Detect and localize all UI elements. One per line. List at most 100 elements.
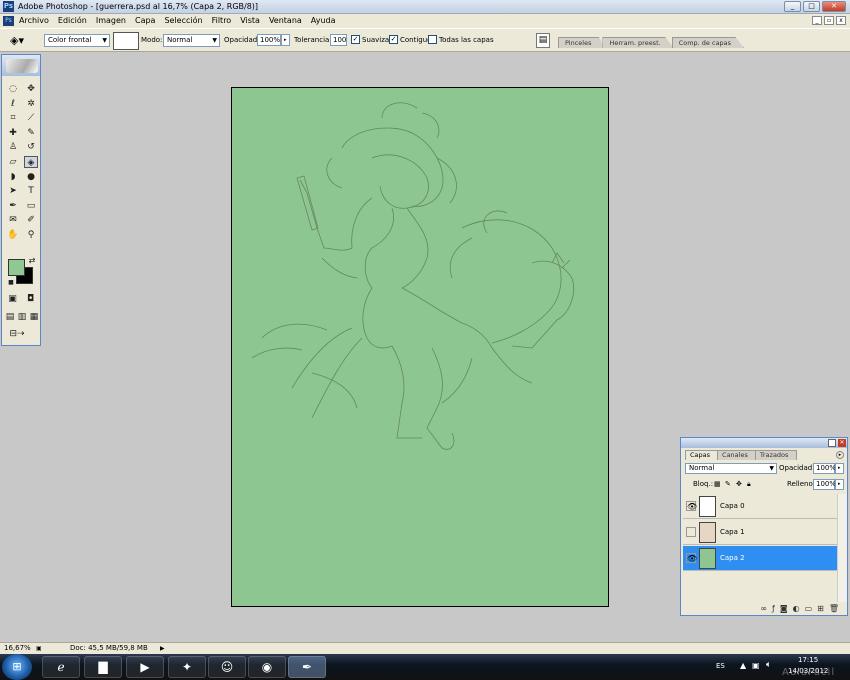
blur-icon[interactable]: ◗ (6, 171, 20, 183)
photoshop-feather-icon[interactable] (6, 59, 38, 73)
rectangle-icon[interactable]: ▭ (24, 200, 38, 212)
fill-input[interactable]: 100% (813, 479, 836, 490)
layer-name[interactable]: Capa 2 (720, 554, 745, 563)
lock-transparency-icon[interactable]: ▦ (714, 479, 721, 490)
crop-icon[interactable]: ⌗ (6, 112, 20, 124)
layers-panel-header[interactable]: ✕ (681, 438, 847, 448)
brush-icon[interactable]: ✎ (24, 127, 38, 139)
visibility-eye-icon[interactable] (686, 527, 696, 537)
layer-name[interactable]: Capa 1 (720, 528, 745, 537)
screen-mode-standard-icon[interactable]: ▤ (4, 311, 16, 323)
messenger-icon[interactable]: ☺ (208, 656, 246, 678)
foreground-color-swatch[interactable] (8, 259, 25, 276)
minimize-button[interactable]: _ (784, 1, 801, 12)
new-layer-icon[interactable]: ⊞ (817, 604, 824, 614)
tab-canales[interactable]: Canales (717, 450, 757, 460)
notes-icon[interactable]: ✉ (6, 214, 20, 226)
network-icon[interactable]: ▣ (752, 661, 760, 670)
menu-edicion[interactable]: Edición (58, 14, 87, 28)
screen-mode-full-icon[interactable]: ▦ (28, 311, 40, 323)
pen-icon[interactable]: ✒ (6, 200, 20, 212)
history-brush-icon[interactable]: ↺ (24, 141, 38, 153)
default-colors-icon[interactable]: ■ (4, 277, 18, 289)
swap-colors-icon[interactable]: ⇄ (25, 255, 39, 267)
zoom-icon[interactable]: ⚲ (24, 229, 38, 241)
tab-trazados[interactable]: Trazados (754, 450, 798, 460)
magic-wand-icon[interactable]: ✲ (24, 98, 38, 110)
explorer-folder-icon[interactable]: ▇ (84, 656, 122, 678)
language-indicator[interactable]: ES (716, 662, 725, 670)
visibility-eye-icon[interactable]: 👁︎ (686, 553, 697, 563)
photoshop-taskbar-icon[interactable]: ✒ (288, 656, 326, 678)
move-icon[interactable]: ✥ (24, 83, 38, 95)
opacity-input[interactable]: 100% (257, 34, 281, 46)
paint-bucket-preset-icon[interactable]: ◈▾ (10, 33, 36, 48)
tab-pinceles[interactable]: Pinceles (558, 37, 605, 48)
close-button[interactable]: ✕ (822, 1, 846, 12)
document-canvas[interactable] (231, 87, 609, 607)
new-group-icon[interactable]: ▭ (805, 604, 813, 614)
link-layers-icon[interactable]: ∞ (760, 604, 767, 614)
layer-opacity-input[interactable]: 100% (813, 463, 836, 474)
opacity-slider-arrow-icon[interactable]: ▸ (835, 463, 844, 474)
panel-menu-icon[interactable]: ▸ (836, 451, 844, 459)
tab-herram-preest[interactable]: Herram. preest. (602, 37, 674, 48)
opacity-slider-arrow-icon[interactable]: ▸ (281, 34, 290, 46)
menu-seleccion[interactable]: Selección (164, 14, 202, 28)
dodge-icon[interactable]: ● (24, 171, 38, 183)
palette-well-icon[interactable]: ▤ (536, 33, 550, 48)
doc-close-button[interactable]: x (836, 16, 846, 25)
layers-scrollbar[interactable] (837, 494, 847, 602)
doc-restore-button[interactable]: ▫ (824, 16, 834, 25)
menu-capa[interactable]: Capa (135, 14, 155, 28)
visibility-eye-icon[interactable]: 👁︎ (686, 501, 697, 511)
app-icon[interactable]: ✦ (168, 656, 206, 678)
menu-ayuda[interactable]: Ayuda (311, 14, 336, 28)
lock-all-icon[interactable]: 🔒︎ (747, 479, 751, 490)
layer-row[interactable]: Capa 1 (683, 520, 837, 545)
lock-position-icon[interactable]: ✥ (736, 479, 742, 490)
show-hidden-icons-icon[interactable]: ▲ (740, 661, 746, 670)
zoom-menu-icon[interactable]: ▣ (36, 643, 42, 654)
lock-image-icon[interactable]: ✎ (725, 479, 731, 490)
healing-brush-icon[interactable]: ✚ (6, 127, 20, 139)
tab-comp-de-capas[interactable]: Comp. de capas (671, 37, 745, 48)
tolerance-input[interactable]: 100 (330, 34, 347, 46)
hand-icon[interactable]: ✋ (6, 229, 20, 241)
volume-icon[interactable]: 🔈︎ (766, 660, 771, 670)
fill-source-select[interactable]: Color frontal ▼ (44, 34, 110, 47)
path-selection-icon[interactable]: ➤ (6, 185, 20, 197)
start-button[interactable]: ⊞ (2, 654, 32, 680)
fill-slider-arrow-icon[interactable]: ▸ (835, 479, 844, 490)
quick-mask-icon[interactable]: ◘ (23, 293, 38, 305)
status-menu-arrow-icon[interactable]: ▶ (160, 643, 165, 654)
pattern-swatch[interactable] (113, 32, 139, 50)
menu-ventana[interactable]: Ventana (269, 14, 302, 28)
all-layers-checkbox[interactable] (428, 35, 437, 44)
marquee-icon[interactable]: ◌ (6, 83, 20, 95)
eraser-icon[interactable]: ▱ (6, 156, 20, 168)
contiguous-checkbox[interactable]: ✓ (389, 35, 398, 44)
document-menu-icon[interactable]: Ps (3, 16, 14, 26)
antialias-checkbox[interactable]: ✓ (351, 35, 360, 44)
eyedropper-icon[interactable]: ✐ (24, 214, 38, 226)
maximize-button[interactable]: □ (803, 1, 820, 12)
clock-time[interactable]: 17:15 (798, 656, 818, 664)
adjustment-layer-icon[interactable]: ◐ (793, 604, 800, 614)
screen-mode-menu-icon[interactable]: ▥ (16, 311, 28, 323)
layer-row[interactable]: 👁︎ Capa 2 (683, 546, 837, 571)
zoom-level[interactable]: 16,67% (4, 643, 31, 654)
menu-vista[interactable]: Vista (240, 14, 260, 28)
menu-imagen[interactable]: Imagen (96, 14, 126, 28)
delete-layer-icon[interactable]: 🗑︎ (829, 604, 839, 614)
paint-bucket-icon[interactable]: ◈ (24, 156, 38, 168)
lasso-icon[interactable]: ℓ (6, 98, 20, 110)
mode-select[interactable]: Normal ▼ (163, 34, 220, 47)
menu-filtro[interactable]: Filtro (212, 14, 232, 28)
internet-explorer-icon[interactable]: ℯ (42, 656, 80, 678)
panel-minimize-button[interactable] (828, 439, 836, 447)
layer-style-icon[interactable]: ƒ (772, 604, 775, 614)
layer-name[interactable]: Capa 0 (720, 502, 745, 511)
clone-stamp-icon[interactable]: ♙ (6, 141, 20, 153)
jump-to-imageready-icon[interactable]: ⊟⇢ (5, 328, 29, 340)
